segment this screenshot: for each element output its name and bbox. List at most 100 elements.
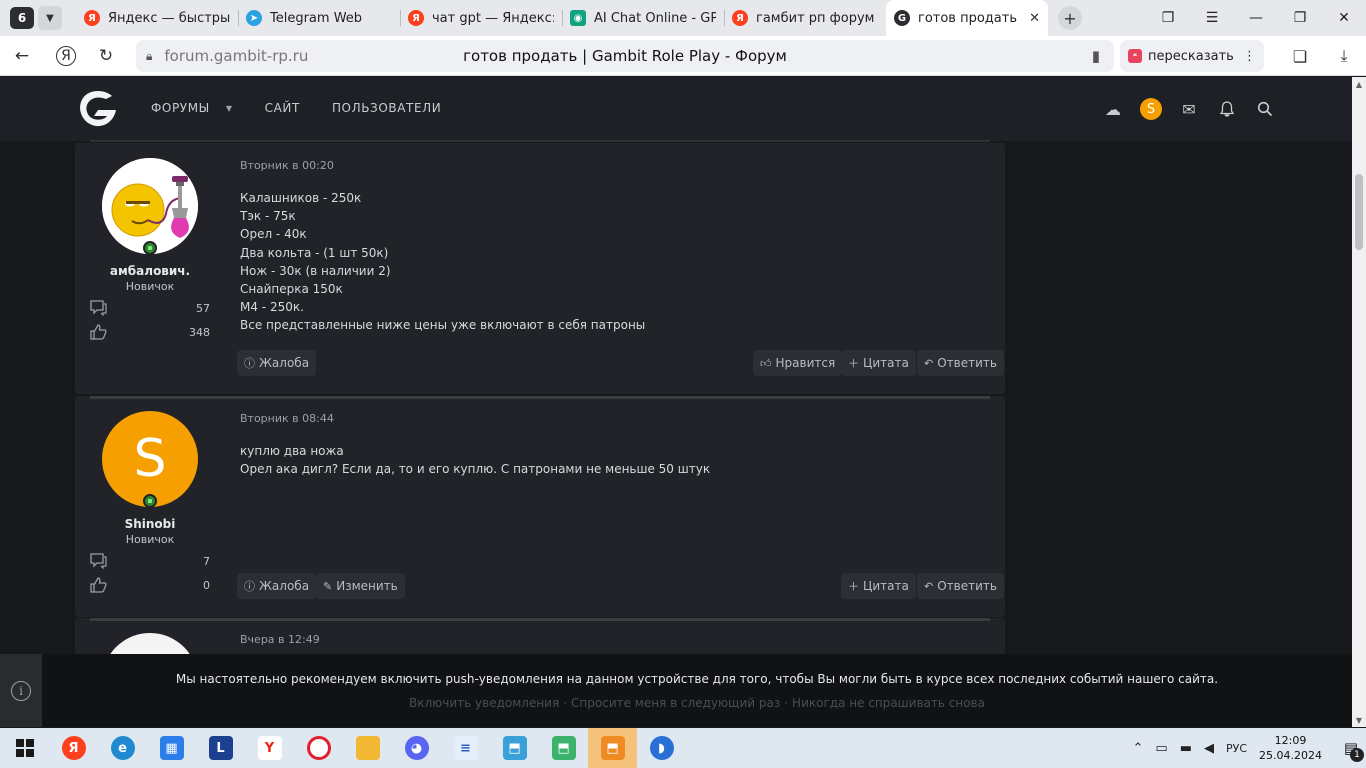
reactions-count: 0 xyxy=(203,579,210,592)
post-date[interactable]: Вторник в 00:20 xyxy=(240,159,334,172)
chevron-down-icon[interactable]: ▼ xyxy=(226,104,233,113)
notification-badge: 1 xyxy=(1350,748,1364,762)
post-author[interactable]: Shinobi xyxy=(75,517,225,531)
taskbar-app-1[interactable]: ⬒ xyxy=(490,728,539,768)
download-icon[interactable]: ⤓ xyxy=(1322,40,1366,72)
lock-icon[interactable]: 🔒︎ xyxy=(146,49,152,64)
mail-icon[interactable]: ✉︎ xyxy=(1170,95,1208,123)
taskbar-opera[interactable] xyxy=(294,728,343,768)
avatar[interactable] xyxy=(102,158,198,254)
new-tab-button[interactable]: + xyxy=(1058,6,1082,30)
menu-icon[interactable]: ☰ xyxy=(1190,0,1234,36)
like-button[interactable]: 👍︎ Нравится xyxy=(753,350,843,376)
language-indicator[interactable]: РУС xyxy=(1226,742,1247,755)
divider xyxy=(90,396,990,399)
like-label: Нравится xyxy=(775,356,836,370)
yandex-home-icon[interactable]: Я xyxy=(56,45,76,66)
messages-icon xyxy=(90,300,108,317)
post-date[interactable]: Вчера в 12:49 xyxy=(240,633,320,646)
taskbar-app-3-active[interactable]: ⬒ xyxy=(588,728,637,768)
never-ask-link[interactable]: Никогда не спрашивать снова xyxy=(792,696,985,710)
page-scrollbar[interactable]: ▲ ▼ xyxy=(1352,77,1366,727)
taskbar-store[interactable]: ▦ xyxy=(147,728,196,768)
gambit-logo[interactable] xyxy=(76,86,120,130)
close-window-icon[interactable]: ✕ xyxy=(1322,0,1366,36)
tab-yandex[interactable]: Я Яндекс — быстрый xyxy=(76,0,238,36)
tab-ai-chat[interactable]: ◉ AI Chat Online - GPT xyxy=(562,0,724,36)
taskbar-yandex-browser[interactable]: Y xyxy=(245,728,294,768)
back-icon[interactable]: ← xyxy=(6,40,38,72)
ask-later-link[interactable]: Спросите меня в следующий раз xyxy=(571,696,780,710)
quote-button[interactable]: ＋ Цитата xyxy=(841,350,916,376)
reply-button[interactable]: ↶ Ответить xyxy=(917,350,1004,376)
post-line: Тэк - 75к xyxy=(240,209,296,224)
push-message: Мы настоятельно рекомендуем включить pus… xyxy=(175,672,1219,686)
scroll-down-icon[interactable]: ▼ xyxy=(1352,713,1366,727)
avatar[interactable]: S xyxy=(102,411,198,507)
edge-icon: e xyxy=(110,736,135,760)
bookmark-icon[interactable]: ▮ xyxy=(1092,47,1100,65)
tab-gambit-active[interactable]: G готов продать | Ga ✕ xyxy=(886,0,1048,36)
sidebar-icon[interactable]: ❏ xyxy=(1278,40,1322,72)
post-date[interactable]: Вторник в 08:44 xyxy=(240,412,334,425)
close-tab-icon[interactable]: ✕ xyxy=(1029,11,1040,26)
tabs-dropdown-icon[interactable]: ▼ xyxy=(38,6,62,30)
nav-forums-label: ФОРУМЫ xyxy=(151,101,210,115)
retell-button[interactable]: ❝ пересказать ⋮ xyxy=(1120,40,1264,72)
user-menu[interactable]: S xyxy=(1132,95,1170,123)
taskbar-discord[interactable]: ◕ xyxy=(392,728,441,768)
taskbar-edge[interactable]: e xyxy=(98,728,147,768)
tab-yandex-search[interactable]: Я чат gpt — Яндекс: н xyxy=(400,0,562,36)
user-rank: Новичок xyxy=(125,280,175,293)
messages-stat: 7 xyxy=(90,553,210,571)
plus-icon: ＋ xyxy=(848,580,859,593)
tab-telegram[interactable]: ➤ Telegram Web xyxy=(238,0,400,36)
start-button[interactable] xyxy=(0,728,49,768)
cloud-icon[interactable]: ☁︎ xyxy=(1094,95,1132,123)
restore-icon[interactable]: ❐ xyxy=(1278,0,1322,36)
ai-chat-icon: ◉ xyxy=(570,10,586,26)
tab-yandex-forum[interactable]: Я гамбит рп форум — xyxy=(724,0,886,36)
reload-icon[interactable]: ↻ xyxy=(90,40,122,72)
scroll-up-icon[interactable]: ▲ xyxy=(1352,77,1366,91)
taskbar-notepad[interactable]: ≡ xyxy=(441,728,490,768)
collections-icon[interactable]: ❐ xyxy=(1146,0,1190,36)
document-icon: ≡ xyxy=(453,736,478,760)
report-button[interactable]: ⓘ Жалоба xyxy=(237,573,317,599)
edit-button[interactable]: ✎ Изменить xyxy=(316,573,405,599)
minimize-icon[interactable]: — xyxy=(1234,0,1278,36)
reply-button[interactable]: ↶ Ответить xyxy=(917,573,1004,599)
opera-icon xyxy=(306,736,331,760)
address-field[interactable]: 🔒︎ forum.gambit-rp.ru готов продать | Ga… xyxy=(136,40,1114,72)
search-icon[interactable] xyxy=(1246,95,1284,123)
scrollbar-thumb[interactable] xyxy=(1355,174,1363,250)
post-body: Калашников - 250к Тэк - 75к Орел - 40к Д… xyxy=(240,189,645,335)
bell-icon[interactable] xyxy=(1208,95,1246,123)
chevron-up-icon[interactable]: ⌃ xyxy=(1132,741,1143,756)
quote-button[interactable]: ＋ Цитата xyxy=(841,573,916,599)
taskbar-explorer[interactable] xyxy=(343,728,392,768)
meet-icon[interactable]: ▭ xyxy=(1155,741,1167,756)
taskbar-app-4[interactable]: ◗ xyxy=(637,728,686,768)
notifications-icon[interactable]: ▤ 1 xyxy=(1336,728,1366,768)
reply-label: Ответить xyxy=(937,579,997,593)
taskbar-app-2[interactable]: ⬒ xyxy=(539,728,588,768)
network-icon[interactable]: ▬ xyxy=(1180,741,1192,756)
nav-users[interactable]: ПОЛЬЗОВАТЕЛИ xyxy=(332,101,441,115)
report-button[interactable]: ⓘ Жалоба xyxy=(237,350,317,376)
clock[interactable]: 12:09 25.04.2024 xyxy=(1259,733,1322,763)
address-bar-row: ← Я ↻ 🔒︎ forum.gambit-rp.ru готов продат… xyxy=(0,36,1366,76)
taskbar-yandex[interactable]: Я xyxy=(49,728,98,768)
tab-count-button[interactable]: 6 xyxy=(10,7,34,29)
nav-forums[interactable]: ФОРУМЫ ▼ xyxy=(151,101,233,115)
avatar: S xyxy=(1140,98,1162,120)
post-author[interactable]: амбалович. xyxy=(75,264,225,278)
nav-site[interactable]: САЙТ xyxy=(265,101,300,115)
launcher-icon: L xyxy=(208,736,233,760)
taskbar-launcher[interactable]: L xyxy=(196,728,245,768)
volume-icon[interactable]: ◀︎ xyxy=(1204,741,1214,756)
post-line: Орел - 40к xyxy=(240,227,307,242)
gambit-icon: G xyxy=(894,10,910,26)
enable-notifications-link[interactable]: Включить уведомления xyxy=(409,696,559,710)
more-icon[interactable]: ⋮ xyxy=(1243,49,1256,64)
